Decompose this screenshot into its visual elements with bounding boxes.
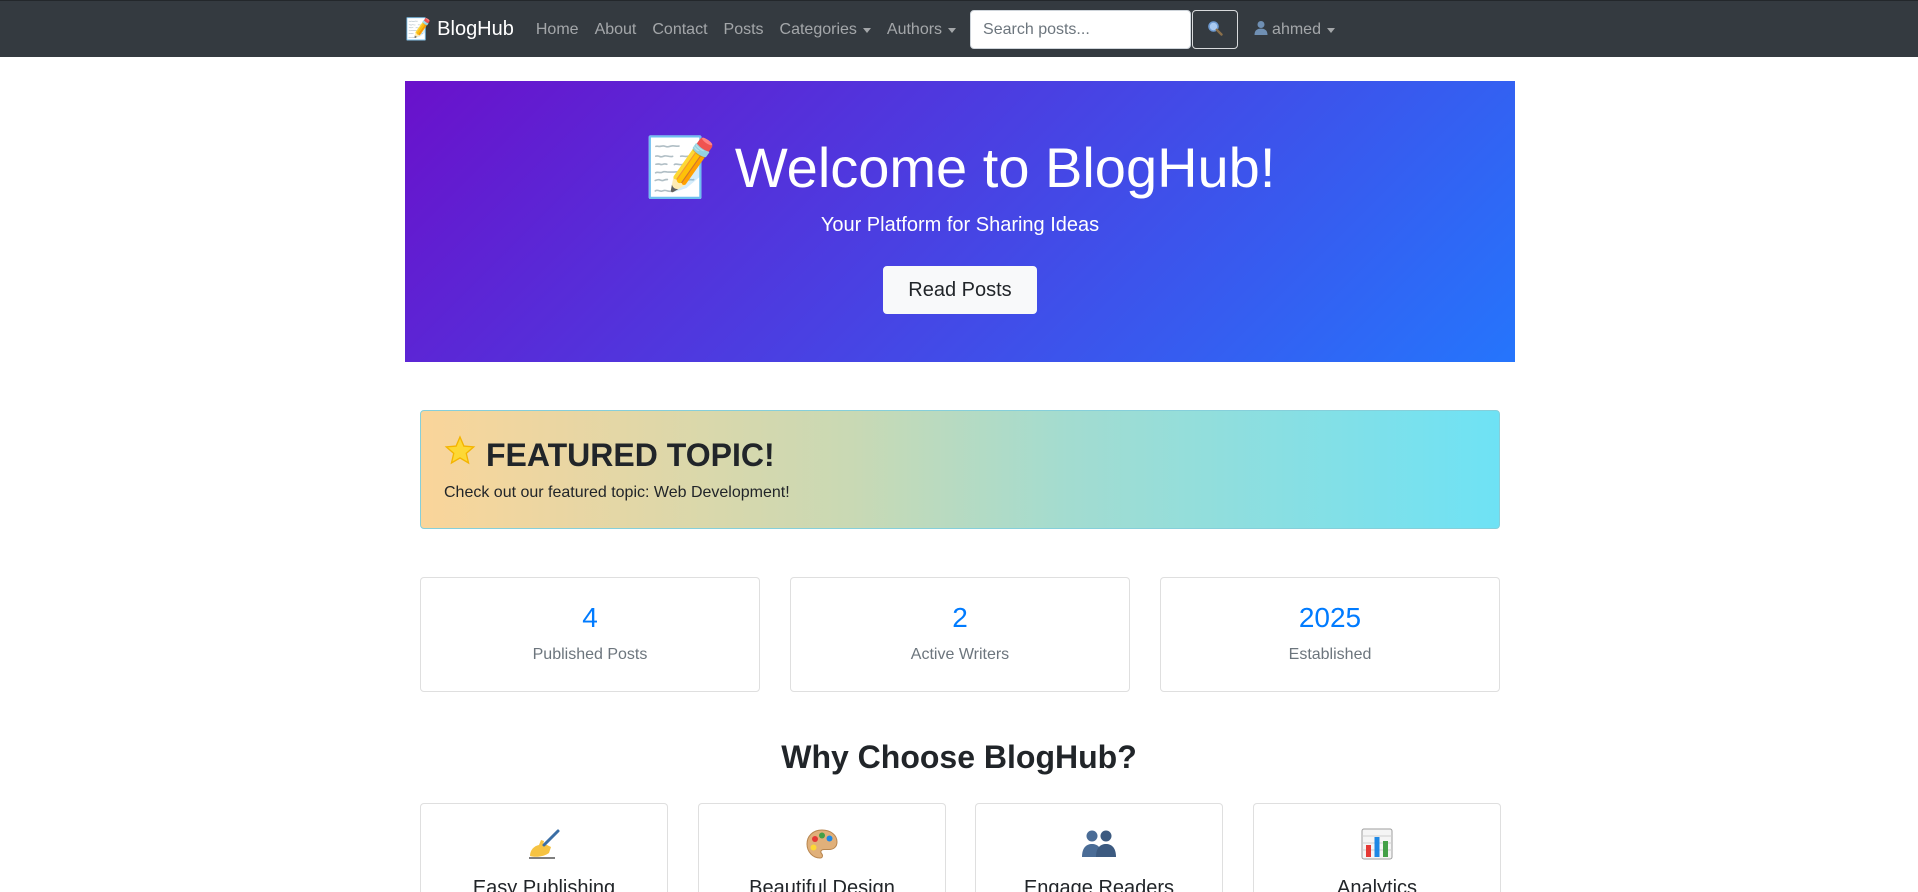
nav-link-contact[interactable]: Contact [644, 21, 715, 39]
feature-title: Analytics [1336, 877, 1418, 892]
stat-label: Published Posts [532, 646, 648, 663]
stat-card-posts: 4 Published Posts [420, 577, 760, 692]
feature-card-design: Beautiful Design [698, 803, 946, 892]
nav-link-home[interactable]: Home [528, 21, 587, 39]
memo-icon: 📝 [405, 17, 432, 41]
why-choose-heading: Why Choose BlogHub? [781, 739, 1137, 775]
feature-card-engage: Engage Readers [975, 803, 1223, 892]
nav-link-posts[interactable]: Posts [716, 21, 772, 39]
brand-name: BlogHub [437, 18, 514, 40]
people-icon [976, 828, 1222, 858]
stat-label: Active Writers [910, 646, 1010, 663]
feature-title: Easy Publishing [472, 877, 616, 892]
memo-icon: 📝 [644, 133, 717, 201]
featured-title: FEATURED TOPIC! [444, 435, 775, 475]
read-posts-button[interactable]: Read Posts [883, 266, 1037, 314]
stat-label: Established [1288, 646, 1372, 663]
stat-card-writers: 2 Active Writers [790, 577, 1130, 692]
writing-hand-icon [421, 828, 667, 860]
chevron-down-icon [862, 28, 871, 33]
featured-title-text: FEATURED TOPIC! [486, 436, 775, 473]
hero-banner: 📝 Welcome to BlogHub! Your Platform for … [405, 81, 1515, 362]
brand-link[interactable]: 📝 BlogHub [405, 17, 514, 42]
nav-link-about[interactable]: About [587, 21, 645, 39]
nav-dropdown-authors[interactable]: Authors [879, 21, 964, 39]
nav-dropdown-label: Authors [886, 20, 943, 38]
palette-icon [699, 828, 945, 860]
search-input[interactable] [970, 10, 1192, 49]
top-navbar: 📝 BlogHub Home About Contact Posts Categ… [0, 0, 1918, 57]
search-button[interactable] [1192, 10, 1239, 49]
featured-text: Check out our featured topic: Web Develo… [444, 484, 790, 501]
hero-title: 📝 Welcome to BlogHub! [405, 133, 1515, 203]
chevron-down-icon [1326, 28, 1335, 33]
nav-dropdown-label: Categories [779, 20, 857, 38]
nav-dropdown-categories[interactable]: Categories [772, 21, 879, 39]
stat-card-established: 2025 Established [1160, 577, 1500, 692]
user-name: ahmed [1272, 20, 1321, 38]
navbar-content: 📝 BlogHub Home About Contact Posts Categ… [405, 1, 1343, 58]
star-icon [444, 435, 476, 475]
feature-card-publishing: Easy Publishing [420, 803, 668, 892]
stat-value: 2 [952, 602, 968, 633]
hero-subtitle: Your Platform for Sharing Ideas [820, 214, 1100, 236]
user-icon [1254, 20, 1268, 40]
featured-topic-alert: FEATURED TOPIC! Check out our featured t… [420, 410, 1500, 529]
hero-title-text: Welcome to BlogHub! [734, 136, 1276, 200]
feature-title: Beautiful Design [749, 877, 895, 892]
user-menu-dropdown[interactable]: ahmed [1246, 20, 1343, 40]
stat-value: 4 [582, 602, 598, 633]
chevron-down-icon [948, 28, 957, 33]
feature-card-analytics: Analytics [1253, 803, 1501, 892]
search-icon [1207, 20, 1223, 39]
bar-chart-icon [1254, 828, 1500, 860]
feature-title: Engage Readers [1023, 877, 1175, 892]
stat-value: 2025 [1298, 602, 1362, 633]
